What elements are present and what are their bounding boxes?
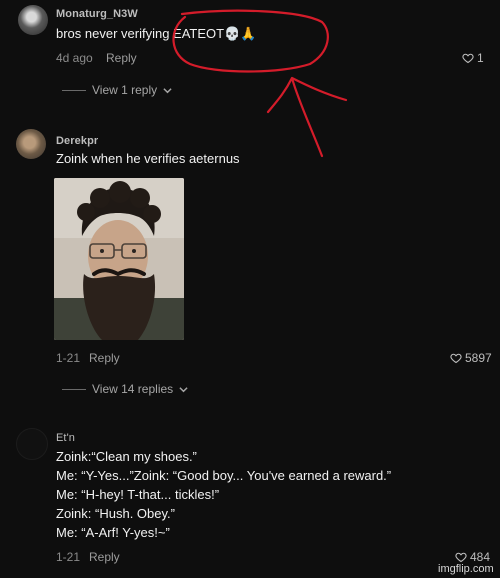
watermark: imgflip.com bbox=[438, 563, 494, 575]
comment-text: Zoink:“Clean my shoes.” Me: “Y-Yes...”Zo… bbox=[56, 447, 391, 542]
avatar[interactable] bbox=[16, 428, 48, 460]
comment-timestamp: 1-21 bbox=[56, 351, 81, 365]
like-button[interactable]: 5897 bbox=[450, 351, 492, 365]
heart-icon bbox=[450, 353, 462, 364]
like-count: 5897 bbox=[465, 351, 492, 365]
heart-icon bbox=[455, 552, 467, 563]
reply-button[interactable]: Reply bbox=[89, 550, 120, 564]
divider bbox=[62, 388, 86, 390]
like-count: 484 bbox=[470, 550, 491, 564]
view-replies-label: View 14 replies bbox=[92, 382, 174, 396]
comment-line: Zoink:“Clean my shoes.” bbox=[56, 449, 197, 464]
comment-image[interactable] bbox=[54, 178, 184, 340]
comment-line: Zoink: “Hush. Obey.” bbox=[56, 506, 175, 521]
comment-username[interactable]: Derekpr bbox=[56, 135, 98, 147]
comment-line: Me: “H-hey! T-that... tickles!” bbox=[56, 487, 220, 502]
view-replies-button[interactable]: View 14 replies bbox=[62, 382, 188, 396]
comment-line: Me: “Y-Yes...”Zoink: “Good boy... You've… bbox=[56, 468, 392, 483]
comment-text: Zoink when he verifies aeternus bbox=[56, 151, 240, 166]
red-arrow-annotation bbox=[266, 76, 348, 158]
chevron-down-icon bbox=[179, 386, 188, 392]
comments-page: Monaturg_N3W bros never verifying EATEOT… bbox=[0, 0, 500, 578]
like-button[interactable]: 484 bbox=[455, 550, 490, 564]
comment-timestamp: 1-21 bbox=[56, 550, 81, 564]
reply-button[interactable]: Reply bbox=[89, 351, 120, 365]
comment-line: Me: “A-Arf! Y-yes!~” bbox=[56, 525, 170, 540]
avatar[interactable] bbox=[16, 129, 46, 159]
comment-username[interactable]: Et'n bbox=[56, 432, 75, 444]
bearded-man-photo bbox=[54, 178, 184, 340]
